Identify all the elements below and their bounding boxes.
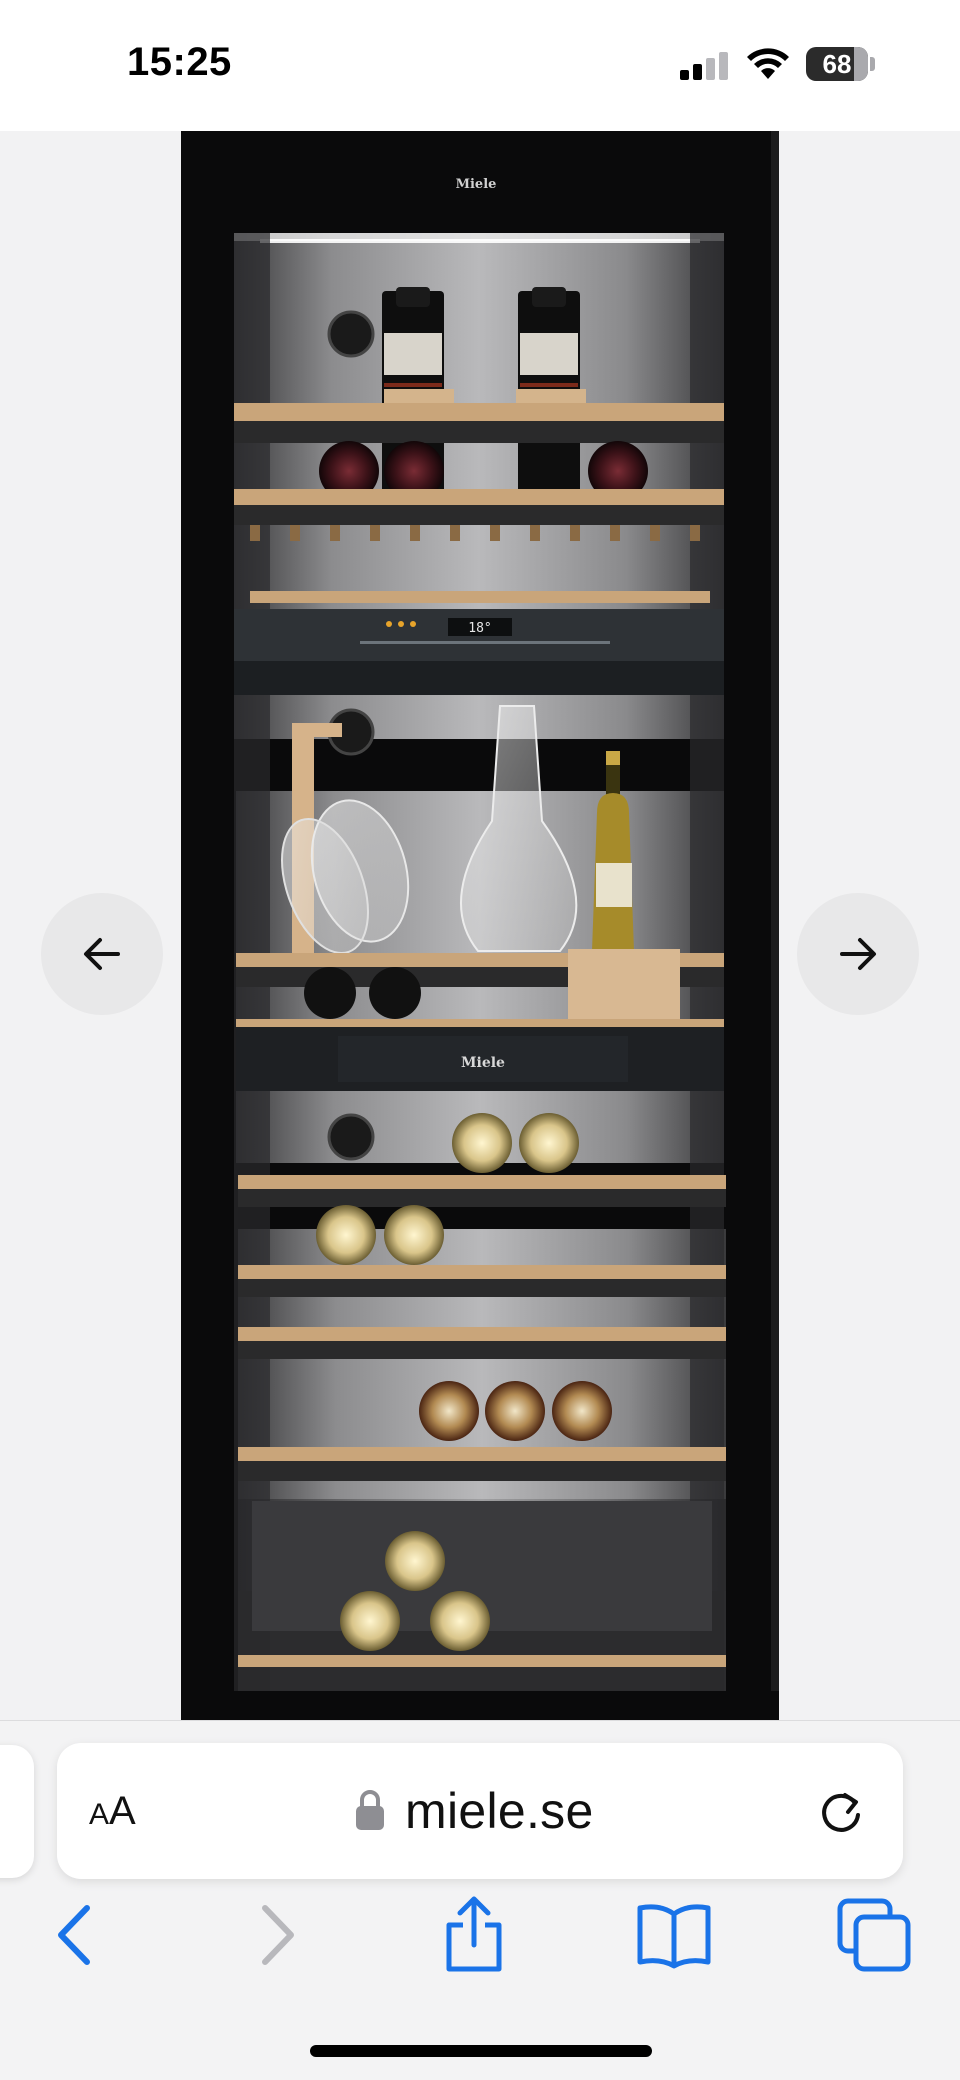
svg-text:18°: 18°	[468, 621, 491, 636]
reload-icon[interactable]	[815, 1785, 867, 1837]
product-image-viewer[interactable]: Miele 18° Miele	[0, 131, 960, 1720]
arrow-right-icon	[840, 938, 876, 970]
home-indicator[interactable]	[310, 2045, 652, 2057]
previous-tab-preview[interactable]	[0, 1745, 34, 1878]
bookmarks-button[interactable]	[634, 1895, 714, 1975]
tabs-icon	[837, 1898, 911, 1972]
svg-text:Miele: Miele	[461, 1055, 505, 1071]
reader-mode-button[interactable]: AA	[89, 1783, 136, 1839]
address-bar[interactable]: AA miele.se	[57, 1743, 903, 1879]
status-bar: 15:25 68	[0, 0, 960, 131]
svg-text:Miele: Miele	[456, 177, 497, 192]
battery-icon: 68	[806, 47, 868, 81]
lock-icon	[356, 1790, 384, 1830]
next-image-button[interactable]	[797, 893, 919, 1015]
battery-level: 68	[822, 49, 852, 79]
tabs-button[interactable]	[834, 1895, 914, 1975]
book-icon	[637, 1904, 711, 1969]
forward-button[interactable]	[238, 1895, 318, 1975]
reader-label-large: A	[109, 1789, 136, 1833]
chevron-right-icon	[262, 1905, 294, 1965]
previous-image-button[interactable]	[41, 893, 163, 1015]
back-button[interactable]	[34, 1895, 114, 1975]
arrow-left-icon	[84, 938, 120, 970]
share-button[interactable]	[434, 1895, 514, 1975]
share-icon	[446, 1896, 502, 1972]
chevron-left-icon	[58, 1905, 90, 1965]
reader-label-small: A	[89, 1798, 110, 1831]
battery-tip	[870, 57, 875, 71]
cellular-signal-icon	[680, 52, 730, 80]
status-time: 15:25	[127, 40, 232, 84]
url-text[interactable]: miele.se	[405, 1777, 594, 1845]
wifi-icon	[747, 48, 789, 79]
